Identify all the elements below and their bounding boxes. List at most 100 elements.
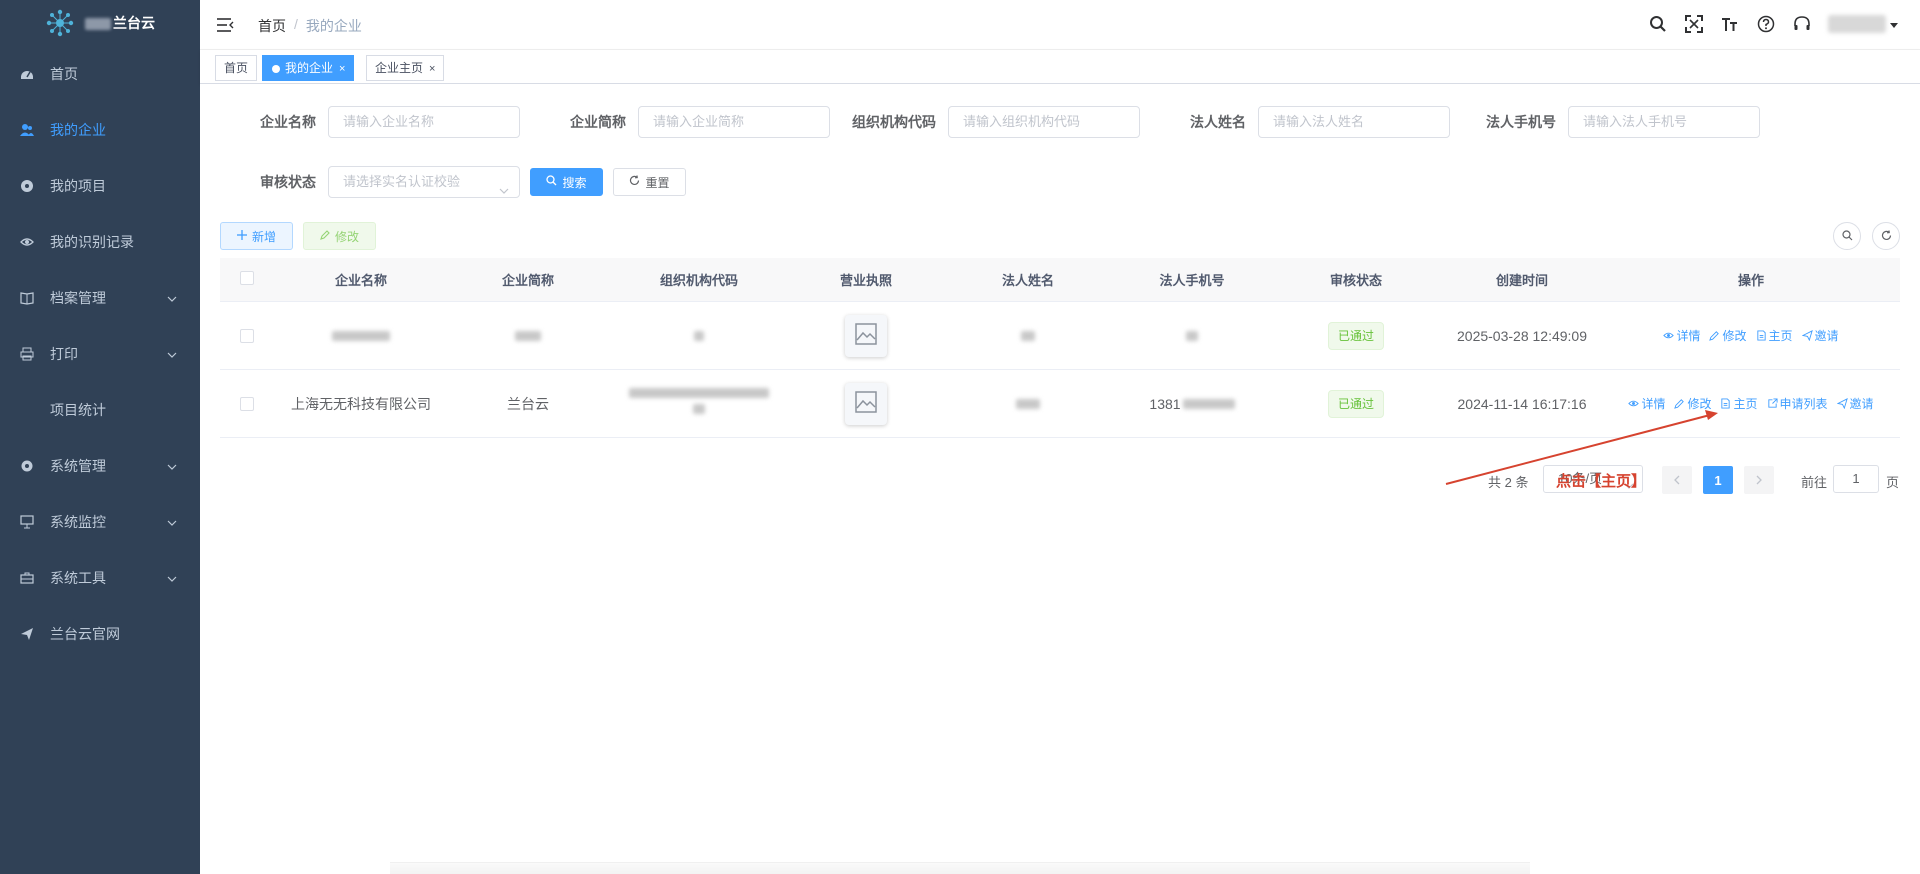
sidebar-item-my-enterprise[interactable]: 我的企业: [0, 102, 200, 158]
redacted-text: [1021, 330, 1035, 341]
header-select: [220, 271, 274, 288]
op-label: 主页: [1733, 397, 1758, 411]
add-button-label: 新增: [251, 229, 276, 244]
detail-link[interactable]: 详情: [1663, 327, 1700, 344]
row-select: [220, 396, 274, 411]
chevron-down-icon: [166, 572, 178, 584]
sidebar-item-system-management[interactable]: 系统管理: [0, 438, 200, 494]
eye-icon: [20, 235, 34, 249]
invite-link[interactable]: 邀请: [1836, 395, 1874, 412]
chevron-down-icon: [166, 292, 178, 304]
next-page-button[interactable]: [1744, 466, 1774, 494]
edit-link[interactable]: 修改: [1709, 327, 1747, 344]
sidebar-item-label: 项目统计: [50, 402, 106, 418]
user-menu[interactable]: [1828, 15, 1898, 33]
row-checkbox[interactable]: [240, 396, 254, 411]
help-icon[interactable]: [1756, 14, 1776, 34]
reset-button[interactable]: 重置: [613, 168, 686, 196]
row-actions: 详情 修改 主页 申请列表 邀请: [1628, 395, 1874, 412]
prev-page-button[interactable]: [1662, 466, 1692, 494]
sidebar-item-project-stats[interactable]: 项目统计: [0, 382, 200, 438]
image-placeholder-icon: [854, 390, 878, 417]
sidebar-item-system-monitor[interactable]: 系统监控: [0, 494, 200, 550]
sidebar-item-label: 兰台云官网: [50, 626, 120, 642]
search-button[interactable]: 搜索: [530, 168, 603, 196]
sidebar-item-home[interactable]: 首页: [0, 46, 200, 102]
sidebar-item-label: 我的识别记录: [50, 234, 134, 250]
sidebar-item-print[interactable]: 打印: [0, 326, 200, 382]
eye-icon: [1663, 332, 1675, 339]
users-icon: [20, 123, 34, 137]
row-select: [220, 328, 274, 343]
font-size-icon[interactable]: [1720, 14, 1740, 34]
tag-label: 我的企业: [285, 61, 334, 75]
tag-home[interactable]: 首页: [215, 55, 258, 81]
tag-label: 企业主页: [375, 61, 424, 75]
logo[interactable]: 兰台云: [0, 0, 200, 46]
send-icon: [20, 627, 34, 641]
sidebar-item-archive[interactable]: 档案管理: [0, 270, 200, 326]
enterprise-name-input[interactable]: 请输入企业名称: [328, 106, 520, 138]
header-cell: 企业简称: [501, 273, 554, 288]
header-cell: 审核状态: [1329, 273, 1382, 288]
header-cell: 组织机构代码: [659, 273, 738, 288]
enterprise-short-input[interactable]: 请输入企业简称: [638, 106, 830, 138]
header-cell: 法人手机号: [1159, 273, 1225, 288]
header-cell: 法人姓名: [1001, 273, 1054, 288]
sidebar-item-label: 系统工具: [50, 570, 106, 586]
search-button-label: 搜索: [562, 175, 587, 190]
select-all-checkbox[interactable]: [240, 271, 254, 285]
apply-list-link[interactable]: 申请列表: [1767, 395, 1828, 412]
headset-icon[interactable]: [1792, 14, 1812, 34]
sidebar-item-official-site[interactable]: 兰台云官网: [0, 606, 200, 662]
redacted-text: [332, 330, 390, 341]
edit-button[interactable]: 修改: [303, 222, 376, 250]
license-image[interactable]: [845, 314, 887, 357]
sidebar-item-recognition[interactable]: 我的识别记录: [0, 214, 200, 270]
refresh-button[interactable]: [1872, 222, 1900, 250]
breadcrumb-home[interactable]: 首页: [258, 16, 286, 36]
send-icon: [1836, 398, 1848, 409]
label-legal-name: 法人姓名: [1190, 114, 1246, 130]
legal-name-input[interactable]: 请输入法人姓名: [1258, 106, 1450, 138]
tag-close-icon[interactable]: ×: [429, 63, 435, 75]
document-icon: [1721, 398, 1731, 409]
goto-page-input[interactable]: 1: [1833, 465, 1879, 493]
invite-link[interactable]: 邀请: [1801, 327, 1839, 344]
page-number[interactable]: 1: [1703, 466, 1733, 494]
cell-person: [942, 330, 1114, 341]
homepage-link[interactable]: 主页: [1756, 327, 1793, 344]
sidebar-item-label: 我的项目: [50, 178, 106, 194]
add-button[interactable]: 新增: [220, 222, 293, 250]
sidebar-item-system-tools[interactable]: 系统工具: [0, 550, 200, 606]
row-checkbox[interactable]: [240, 328, 254, 343]
hamburger-icon[interactable]: [216, 16, 234, 34]
cell-short: 兰台云: [507, 395, 549, 412]
homepage-link[interactable]: 主页: [1720, 395, 1758, 412]
search-icon[interactable]: [1648, 14, 1668, 34]
tag-my-enterprise[interactable]: 我的企业 ×: [262, 55, 355, 81]
cell-status: 已通过: [1270, 389, 1442, 418]
edit-link[interactable]: 修改: [1674, 395, 1711, 412]
detail-link[interactable]: 详情: [1628, 395, 1665, 412]
horizontal-scrollbar[interactable]: [390, 862, 1530, 874]
app-name: 兰台云: [85, 13, 155, 33]
toggle-search-button[interactable]: [1833, 222, 1861, 250]
redacted-text: [1186, 330, 1198, 341]
reset-button-label: 重置: [645, 175, 670, 190]
tag-close-icon[interactable]: ×: [339, 63, 345, 75]
navbar-tools: [1648, 14, 1898, 34]
tag-enterprise-home[interactable]: 企业主页 ×: [366, 55, 445, 81]
legal-phone-input[interactable]: 请输入法人手机号: [1568, 106, 1760, 138]
redacted-text: [693, 403, 705, 414]
org-code-input[interactable]: 请输入组织机构代码: [948, 106, 1140, 138]
header-cell: 营业执照: [839, 273, 892, 288]
op-label: 详情: [1641, 397, 1666, 411]
tag-label: 首页: [224, 61, 249, 75]
plus-icon: [236, 229, 247, 243]
sidebar-item-my-project[interactable]: 我的项目: [0, 158, 200, 214]
fullscreen-icon[interactable]: [1684, 14, 1704, 34]
cell-ops: 详情 修改 主页 申请列表 邀请: [1602, 395, 1900, 412]
license-image[interactable]: [845, 382, 887, 425]
review-status-select[interactable]: 请选择实名认证校验: [328, 166, 520, 198]
